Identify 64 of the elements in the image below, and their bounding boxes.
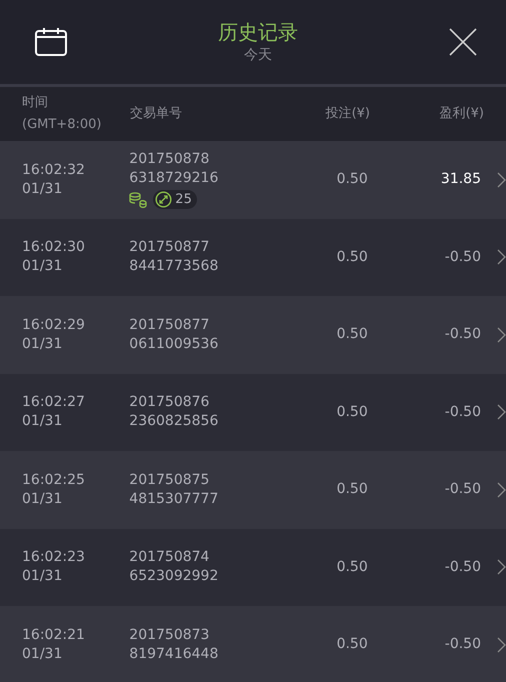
profit-amount: -0.50: [444, 325, 481, 344]
date-text: 01/31: [22, 644, 64, 664]
history-row[interactable]: 16:02:29 01/31 201750877 0611009536 0.50 -0.50: [0, 296, 506, 374]
column-header: 投注(¥): [326, 105, 370, 123]
time-text: 16:02:32: [22, 160, 86, 180]
chevron-icon: [497, 559, 506, 576]
order-number: 6318729216: [129, 169, 220, 188]
time-text: 16:02:21: [22, 626, 86, 645]
time-text: 16:02:27: [22, 393, 86, 412]
order-number: 2360825856: [129, 412, 220, 432]
column-header: (GMT+8:00): [22, 116, 102, 134]
chevron-icon: [497, 326, 506, 343]
order-number: 201750878: [129, 150, 210, 170]
time-text: 16:02:23: [22, 548, 86, 568]
stake-amount: 0.50: [336, 480, 368, 500]
order-number: 8197416448: [129, 644, 220, 664]
order-number: 0611009536: [129, 334, 220, 354]
column-header: 时间: [22, 94, 49, 112]
time-text: 16:02:30: [22, 238, 86, 258]
chevron-icon: [497, 249, 506, 266]
order-number: 4815307777: [129, 490, 220, 509]
order-number: 201750877: [129, 316, 210, 335]
order-number: 201750874: [129, 548, 210, 568]
history-row[interactable]: 16:02:21 01/31 201750873 8197416448 0.50 -0.50: [0, 606, 506, 682]
order-number: 201750875: [129, 470, 210, 490]
chevron-icon: [497, 482, 506, 498]
stake-amount: 0.50: [336, 170, 368, 190]
order-number: 201750876: [129, 393, 210, 412]
history-row[interactable]: 16:02:32 01/31 201750878 6318729216 25 0.50 31.85: [0, 141, 506, 218]
profit-amount: -0.50: [444, 402, 481, 422]
stake-amount: 0.50: [336, 248, 368, 267]
column-header: 盈利(¥): [440, 105, 484, 123]
profit-amount: 31.85: [440, 170, 481, 190]
time-text: 16:02:29: [22, 316, 86, 335]
order-number: 8441773568: [129, 257, 220, 276]
date-text: 01/31: [22, 334, 64, 354]
close-icon[interactable]: [448, 27, 478, 57]
order-number: 201750877: [129, 238, 210, 258]
stake-amount: 0.50: [336, 635, 368, 654]
date-text: 01/31: [22, 567, 64, 586]
date-text: 01/31: [22, 180, 64, 199]
chevron-icon: [497, 636, 506, 653]
calendar-icon[interactable]: [34, 27, 68, 57]
date-text: 01/31: [22, 257, 64, 276]
coins-icon: [129, 192, 148, 208]
stake-amount: 0.50: [336, 558, 368, 577]
page-title: 历史记录: [218, 19, 298, 45]
history-row[interactable]: 16:02:25 01/31 201750875 4815307777 0.50 -0.50: [0, 451, 506, 528]
order-number: 6523092992: [129, 567, 220, 586]
chevron-icon: [497, 404, 506, 420]
stake-amount: 0.50: [336, 402, 368, 422]
multiplier-badge: 25: [153, 190, 197, 210]
time-text: 16:02:25: [22, 470, 86, 490]
chevron-icon: [497, 172, 506, 188]
profit-amount: -0.50: [444, 558, 481, 577]
date-filter[interactable]: 今天: [244, 45, 272, 65]
profit-amount: -0.50: [444, 248, 481, 267]
profit-amount: -0.50: [444, 635, 481, 654]
date-text: 01/31: [22, 490, 64, 509]
profit-amount: -0.50: [444, 480, 481, 500]
date-text: 01/31: [22, 412, 64, 432]
column-header: 交易单号: [130, 105, 183, 123]
stake-amount: 0.50: [336, 325, 368, 344]
order-number: 201750873: [129, 626, 210, 645]
